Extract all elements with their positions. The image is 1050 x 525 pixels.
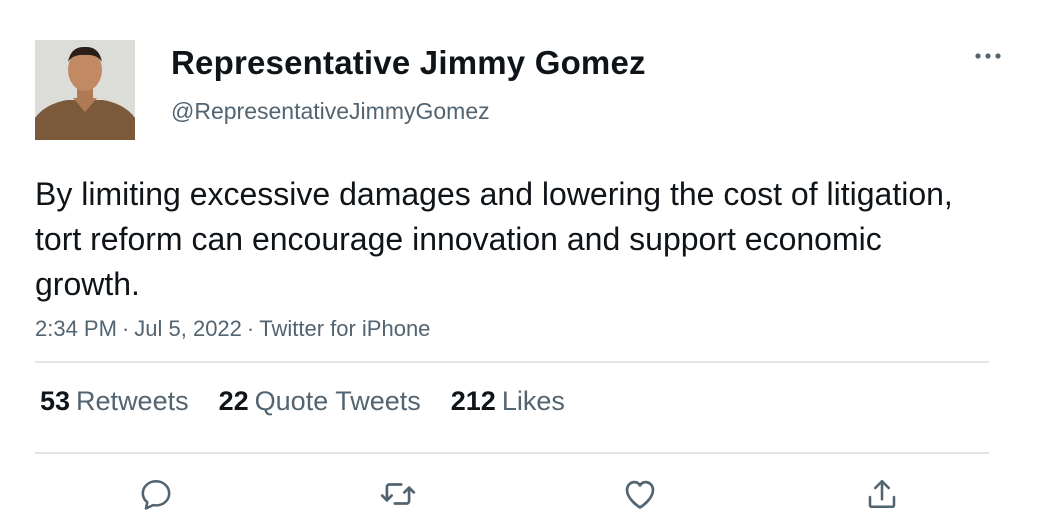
reply-icon <box>141 479 171 510</box>
like-icon <box>625 480 655 509</box>
divider <box>35 361 989 363</box>
retweet-button[interactable] <box>378 474 418 514</box>
like-button[interactable] <box>620 474 660 514</box>
retweets-stat[interactable]: 53 Retweets <box>40 386 189 417</box>
likes-label: Likes <box>501 386 565 416</box>
retweets-count: 53 <box>40 386 71 416</box>
share-icon <box>868 479 896 509</box>
more-options-icon[interactable] <box>972 46 1004 66</box>
avatar[interactable] <box>35 40 135 140</box>
quote-tweets-count: 22 <box>218 386 249 416</box>
retweet-icon <box>380 483 416 505</box>
avatar-photo-icon <box>35 40 135 140</box>
likes-count: 212 <box>450 386 496 416</box>
share-button[interactable] <box>862 474 902 514</box>
divider <box>35 452 989 454</box>
user-handle[interactable]: @RepresentativeJimmyGomez <box>171 98 490 125</box>
retweets-label: Retweets <box>76 386 189 416</box>
meta-separator: · <box>121 316 130 341</box>
meta-separator: · <box>246 316 255 341</box>
tweet-stats: 53 Retweets 22 Quote Tweets 212 Likes <box>40 386 595 417</box>
tweet-meta: 2:34 PM · Jul 5, 2022 · Twitter for iPhone <box>35 316 430 342</box>
tweet-text: By limiting excessive damages and loweri… <box>35 176 953 302</box>
quote-tweets-stat[interactable]: 22 Quote Tweets <box>219 386 421 417</box>
reply-button[interactable] <box>136 474 176 514</box>
tweet-source[interactable]: Twitter for iPhone <box>259 316 430 341</box>
tweet-date[interactable]: Jul 5, 2022 <box>134 316 242 341</box>
display-name[interactable]: Representative Jimmy Gomez <box>171 44 646 82</box>
likes-stat[interactable]: 212 Likes <box>451 386 565 417</box>
tweet-time[interactable]: 2:34 PM <box>35 316 117 341</box>
quote-tweets-label: Quote Tweets <box>254 386 421 416</box>
